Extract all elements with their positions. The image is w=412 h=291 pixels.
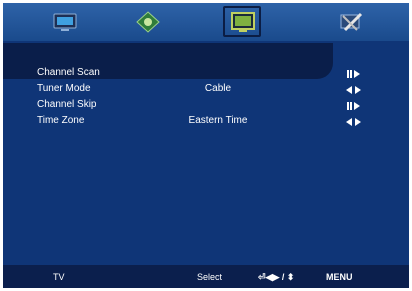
footer-bar: TV Select ⏎◀▶ / ⬍ MENU	[3, 265, 409, 288]
menu-row-channel-skip[interactable]: Channel Skip	[3, 98, 409, 114]
menu-row-time-zone[interactable]: Time Zone Eastern Time	[3, 114, 409, 130]
tab-setup[interactable]	[334, 8, 368, 36]
audio-speaker-icon	[136, 11, 160, 33]
setup-tools-icon	[340, 12, 363, 32]
menu-row-channel-scan[interactable]: Channel Scan	[3, 66, 409, 82]
input-source-label: TV	[53, 272, 65, 282]
menu-item-label: Channel Skip	[37, 99, 97, 110]
left-right-arrows-icon[interactable]	[345, 117, 363, 127]
menu-hint-label: MENU	[326, 272, 353, 282]
menu-row-tuner-mode[interactable]: Tuner Mode Cable	[3, 82, 409, 98]
tab-picture[interactable]	[48, 8, 82, 36]
menu-item-label: Time Zone	[37, 115, 85, 126]
enter-icon[interactable]	[345, 69, 363, 79]
picture-tv-icon	[53, 13, 77, 31]
tab-selected-frame	[223, 6, 261, 37]
menu-item-label: Tuner Mode	[37, 83, 91, 94]
tab-audio[interactable]	[131, 8, 165, 36]
menu-item-value: Cable	[204, 83, 232, 94]
menu-tab-bar	[3, 3, 409, 41]
menu-item-label: Channel Scan	[37, 67, 100, 78]
menu-item-value: Eastern Time	[188, 115, 248, 126]
left-right-arrows-icon[interactable]	[345, 85, 363, 95]
osd-screen: Channel Scan Tuner Mode Cable Channel Sk…	[3, 3, 409, 288]
navigation-hint: ⏎◀▶ / ⬍	[258, 272, 295, 282]
tab-channel[interactable]	[223, 6, 261, 37]
select-hint-label: Select	[197, 272, 223, 282]
enter-icon[interactable]	[345, 101, 363, 111]
